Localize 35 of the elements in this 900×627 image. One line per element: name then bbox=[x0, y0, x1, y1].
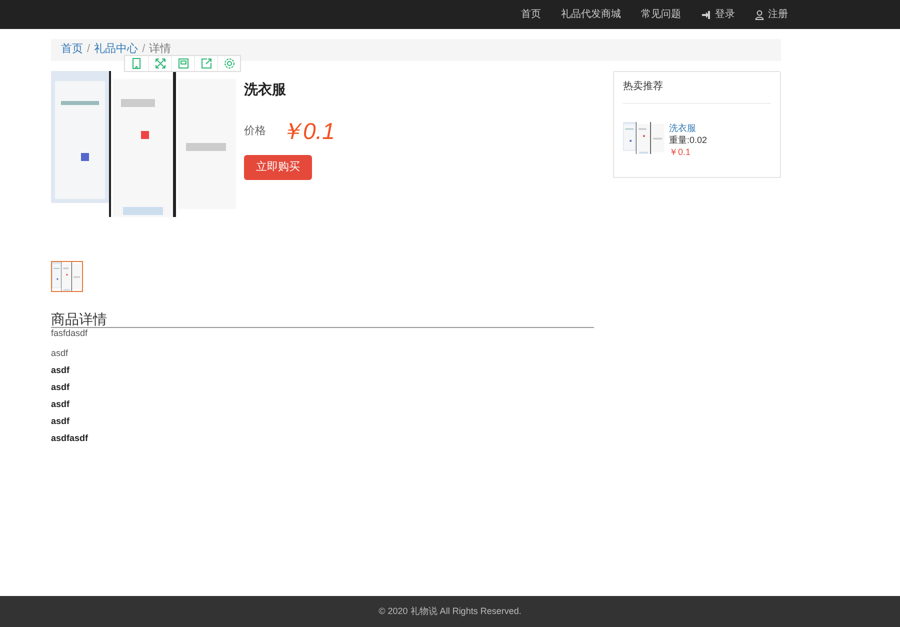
breadcrumb-current: 详情 bbox=[149, 42, 172, 57]
detail-text: asdf bbox=[51, 415, 71, 428]
item-price: ￥0.1 bbox=[669, 146, 692, 158]
panel-title: 热卖推荐 bbox=[623, 79, 771, 104]
login-icon bbox=[701, 10, 711, 20]
price: ￥0.1 bbox=[280, 117, 335, 146]
product-link[interactable]: 洗衣服 bbox=[669, 122, 708, 134]
expand-icon bbox=[154, 57, 166, 70]
price-label: 价格 bbox=[244, 124, 266, 139]
buy-now-button[interactable]: 立即购买 bbox=[244, 154, 312, 180]
breadcrumb-link[interactable]: 首页 bbox=[61, 41, 83, 58]
save-icon bbox=[176, 57, 190, 70]
detail-text: asdf bbox=[51, 347, 70, 360]
settings-icon bbox=[222, 57, 236, 70]
nav-link[interactable]: 登录 bbox=[701, 7, 735, 22]
detail-text: asdf bbox=[51, 398, 71, 411]
breadcrumb-separator: / bbox=[87, 42, 90, 57]
nav-link[interactable]: 注册 bbox=[755, 7, 788, 22]
copyright-text: © 2020 礼物说 All Rights Reserved. bbox=[378, 604, 522, 618]
section-heading: 商品详情 bbox=[51, 311, 594, 328]
weight-text: 重量:0.02 bbox=[669, 134, 708, 146]
nav-link[interactable]: 首页 bbox=[521, 7, 541, 22]
detail-text: asdfasdf bbox=[51, 432, 90, 445]
detail-text: asdf bbox=[51, 381, 71, 394]
nav-link[interactable]: 礼品代发商城 bbox=[561, 7, 621, 22]
detail-text: fasfdasdf bbox=[51, 328, 89, 340]
thumbnail[interactable] bbox=[51, 261, 83, 292]
bookmark-icon bbox=[130, 57, 143, 70]
share-icon bbox=[200, 57, 212, 70]
breadcrumb-separator: / bbox=[142, 42, 146, 57]
user-icon bbox=[755, 10, 764, 20]
detail-text: asdf bbox=[51, 364, 71, 377]
breadcrumb-link[interactable]: 礼品中心 bbox=[94, 41, 138, 58]
product-title: 洗衣服 bbox=[244, 80, 287, 99]
nav-link[interactable]: 常见问题 bbox=[641, 7, 681, 22]
